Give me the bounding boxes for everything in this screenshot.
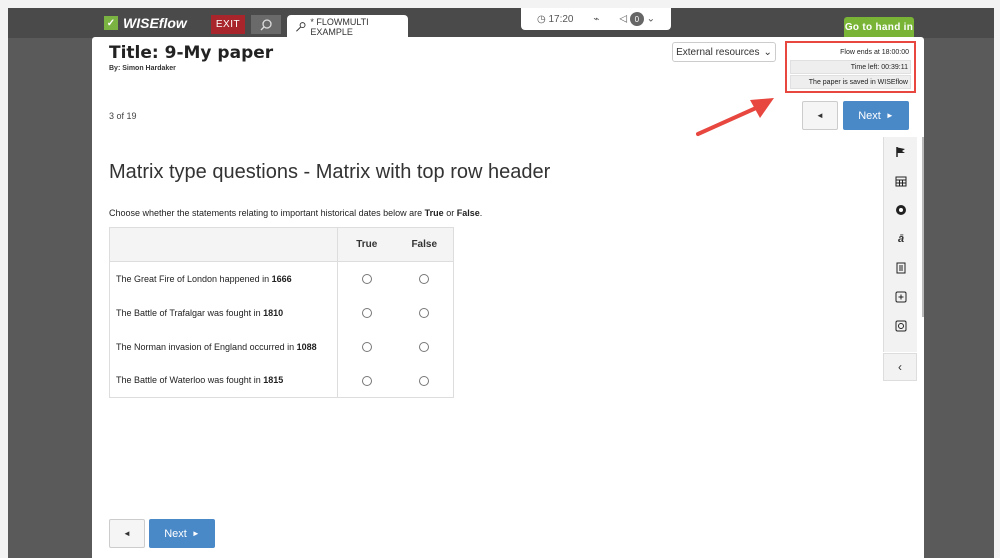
flow-ends-text: Flow ends at 18:00:00	[840, 48, 909, 56]
logo-mark-icon: ✓	[104, 16, 118, 30]
next-arrow-icon: ►	[885, 111, 894, 120]
previous-button-bottom[interactable]: ◄	[109, 519, 145, 548]
clock-time: 17:20	[548, 13, 574, 25]
radio-true[interactable]	[361, 307, 372, 318]
annotation-arrow-icon	[696, 98, 774, 136]
true-option-cell	[338, 296, 396, 330]
next-label: Next	[164, 527, 187, 540]
statement-text: The Battle of Trafalgar was fought in	[116, 307, 264, 318]
page-count: 3 of 19	[109, 111, 137, 121]
radio-false[interactable]	[419, 274, 430, 285]
intro-prefix: Choose whether the statements relating t…	[109, 208, 425, 218]
intro-suffix: .	[479, 208, 483, 218]
true-option-cell	[338, 330, 396, 364]
next-button-top[interactable]: Next ►	[843, 101, 909, 130]
false-option-cell	[396, 296, 454, 330]
go-to-hand-in-button[interactable]: Go to hand in	[844, 17, 914, 38]
statement-text: The Great Fire of London happened in	[116, 273, 272, 284]
next-button-bottom[interactable]: Next ►	[149, 519, 215, 548]
statement-cell: The Battle of Waterloo was fought in 181…	[109, 363, 338, 398]
column-header-true: True	[337, 227, 396, 262]
statement-text: The Norman invasion of England occurred …	[116, 341, 297, 352]
external-resources-button[interactable]: External resources ⌄	[672, 42, 776, 62]
flow-info-box: Flow ends at 18:00:00 Time left: 00:39:1…	[785, 41, 916, 93]
statement-year: 1810	[263, 307, 284, 318]
exit-button[interactable]: EXIT	[211, 15, 245, 34]
previous-button-top[interactable]: ◄	[802, 101, 838, 130]
matrix-row: The Great Fire of London happened in 166…	[109, 261, 454, 296]
flag-icon[interactable]	[884, 137, 918, 166]
intro-false: False	[456, 208, 480, 218]
false-option-cell	[396, 330, 454, 364]
radio-false[interactable]	[419, 341, 430, 352]
question-intro: Choose whether the statements relating t…	[109, 208, 482, 218]
flow-tab[interactable]: * FLOWMULTI EXAMPLE	[287, 15, 408, 39]
remove-note-icon[interactable]	[884, 311, 918, 340]
external-resources-label: External resources	[676, 46, 760, 58]
notification-badge: 0	[629, 12, 644, 26]
saved-status-text: The paper is saved in WISEflow	[790, 75, 911, 89]
window-frame-top	[0, 0, 1000, 8]
column-header-false: False	[395, 227, 454, 262]
window-frame-right	[994, 0, 1000, 558]
matrix-row: The Norman invasion of England occurred …	[109, 329, 454, 364]
clock-status[interactable]: ◷ 17:20	[537, 14, 574, 25]
key-icon	[296, 22, 306, 32]
true-option-cell	[338, 364, 396, 398]
side-toolbar-scrollbar[interactable]	[922, 137, 924, 317]
add-note-icon[interactable]	[884, 282, 918, 311]
battery-icon[interactable]: ⌁	[593, 14, 599, 25]
radio-false[interactable]	[419, 375, 430, 386]
matrix-header-row: True False	[109, 227, 454, 262]
logo-text: WISEflow	[123, 15, 187, 31]
status-group: ◷ 17:20 ⌁ ◁ 0 ⌄	[521, 8, 671, 30]
intro-or: or	[443, 208, 457, 218]
text-tool-icon[interactable]: ā	[884, 224, 918, 253]
question-heading: Matrix type questions - Matrix with top …	[109, 161, 551, 183]
chevron-down-icon: ⌄	[646, 13, 656, 25]
previous-arrow-icon: ◄	[816, 111, 824, 120]
statement-cell: The Battle of Trafalgar was fought in 18…	[109, 295, 338, 330]
matrix-corner-cell	[109, 227, 338, 262]
flow-tab-label: * FLOWMULTI EXAMPLE	[310, 17, 369, 37]
paper-byline: By: Simon Hardaker	[109, 65, 176, 72]
false-option-cell	[396, 262, 454, 296]
next-arrow-icon: ►	[191, 529, 200, 538]
previous-arrow-icon: ◄	[123, 529, 131, 538]
matrix-row: The Battle of Trafalgar was fought in 18…	[109, 295, 454, 330]
intro-true: True	[424, 208, 444, 218]
matrix-row: The Battle of Waterloo was fought in 181…	[109, 363, 454, 398]
radio-false[interactable]	[419, 307, 430, 318]
magnifier-icon	[260, 18, 272, 30]
true-option-cell	[338, 262, 396, 296]
next-label: Next	[858, 109, 881, 122]
time-left-text: Time left: 00:39:11	[790, 60, 911, 74]
paper-page: Title: 9-My paper By: Simon Hardaker Ext…	[92, 37, 924, 558]
megaphone-icon: ◁	[619, 13, 628, 25]
matrix-table: True False The Great Fire of London happ…	[109, 227, 454, 398]
collapse-toolbar-button[interactable]: ‹	[883, 353, 917, 381]
notifications-status[interactable]: ◁ 0 ⌄	[619, 12, 655, 26]
clock-icon: ◷	[536, 13, 546, 25]
calendar-icon[interactable]	[884, 166, 918, 195]
false-option-cell	[396, 364, 454, 398]
radio-true[interactable]	[361, 274, 372, 285]
search-tool-button[interactable]	[251, 15, 281, 34]
statement-year: 1088	[296, 341, 317, 352]
statement-cell: The Great Fire of London happened in 166…	[109, 261, 338, 296]
statement-cell: The Norman invasion of England occurred …	[109, 329, 338, 364]
radio-true[interactable]	[361, 341, 372, 352]
side-toolbar: ā	[883, 137, 917, 352]
settings-circle-icon[interactable]	[884, 195, 918, 224]
window-frame-left	[0, 0, 8, 558]
notes-icon[interactable]	[884, 253, 918, 282]
chevron-left-icon: ‹	[898, 360, 902, 374]
statement-year: 1815	[263, 375, 284, 386]
radio-true[interactable]	[361, 375, 372, 386]
wiseflow-logo: ✓ WISEflow	[104, 13, 187, 33]
statement-year: 1666	[271, 273, 292, 284]
paper-title: Title: 9-My paper	[109, 43, 274, 63]
chevron-down-icon: ⌄	[763, 46, 772, 58]
statement-text: The Battle of Waterloo was fought in	[116, 375, 264, 386]
